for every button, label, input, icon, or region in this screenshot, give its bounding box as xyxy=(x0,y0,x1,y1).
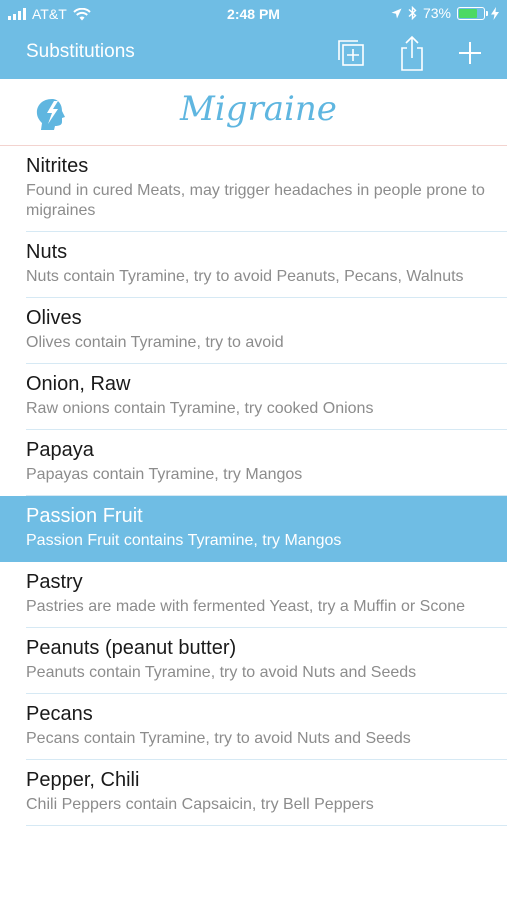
list-item[interactable]: Pepper, Chili Chili Peppers contain Caps… xyxy=(0,760,507,826)
item-name: Onion, Raw xyxy=(26,373,131,395)
item-name: Papaya xyxy=(26,439,94,461)
battery-fill xyxy=(459,8,477,18)
battery-percent: 73% xyxy=(422,5,451,21)
list-item[interactable]: Nuts Nuts contain Tyramine, try to avoid… xyxy=(0,232,507,298)
back-button[interactable]: Substitutions xyxy=(26,41,135,63)
list-item-selected[interactable]: Passion Fruit Passion Fruit contains Tyr… xyxy=(0,496,507,562)
item-description: Pecans contain Tyramine, try to avoid Nu… xyxy=(26,730,411,747)
list-item[interactable]: Onion, Raw Raw onions contain Tyramine, … xyxy=(0,364,507,430)
head-lightning-icon xyxy=(36,99,65,130)
item-description: Raw onions contain Tyramine, try cooked … xyxy=(26,400,374,417)
charging-icon xyxy=(491,6,499,20)
bluetooth-icon xyxy=(408,6,417,20)
share-icon xyxy=(401,35,423,71)
add-button[interactable] xyxy=(452,34,490,72)
plus-icon xyxy=(459,42,481,64)
battery-icon xyxy=(457,6,488,20)
list-item[interactable]: Pecans Pecans contain Tyramine, try to a… xyxy=(0,694,507,760)
item-name: Pepper, Chili xyxy=(26,769,140,791)
item-name: Nitrites xyxy=(26,155,89,177)
item-name: Pastry xyxy=(26,571,83,593)
list-item[interactable]: Papaya Papayas contain Tyramine, try Man… xyxy=(0,430,507,496)
list-item[interactable]: Nitrites Found in cured Meats, may trigg… xyxy=(0,146,507,232)
navigation-bar: Substitutions xyxy=(0,28,507,79)
item-name: Peanuts (peanut butter) xyxy=(26,637,237,659)
item-description: Nuts contain Tyramine, try to avoid Pean… xyxy=(26,268,464,285)
top-bar: AT&T 2:48 PM 73% Substitutions xyxy=(0,0,507,79)
item-name: Passion Fruit xyxy=(26,505,143,527)
share-button[interactable] xyxy=(394,34,432,72)
item-name: Olives xyxy=(26,307,82,329)
list-item[interactable]: Peanuts (peanut butter) Peanuts contain … xyxy=(0,628,507,694)
item-description: Passion Fruit contains Tyramine, try Man… xyxy=(26,532,342,549)
substitution-list: Nitrites Found in cured Meats, may trigg… xyxy=(0,146,507,826)
category-header: Migraine xyxy=(0,79,507,146)
item-description: Papayas contain Tyramine, try Mangos xyxy=(26,466,303,483)
item-description: Olives contain Tyramine, try to avoid xyxy=(26,334,284,351)
list-item[interactable]: Olives Olives contain Tyramine, try to a… xyxy=(0,298,507,364)
page-title: Migraine xyxy=(180,89,337,129)
status-bar: AT&T 2:48 PM 73% xyxy=(0,0,507,28)
item-description: Chili Peppers contain Capsaicin, try Bel… xyxy=(26,796,374,813)
item-name: Nuts xyxy=(26,241,68,263)
item-description: Found in cured Meats, may trigger headac… xyxy=(26,182,485,219)
item-description: Peanuts contain Tyramine, try to avoid N… xyxy=(26,664,417,681)
add-copy-icon xyxy=(338,40,364,66)
add-copy-button[interactable] xyxy=(334,34,372,72)
item-name: Pecans xyxy=(26,703,93,725)
location-icon xyxy=(391,8,402,18)
item-description: Pastries are made with fermented Yeast, … xyxy=(26,598,466,615)
status-right: 73% xyxy=(391,5,499,21)
list-item[interactable]: Pastry Pastries are made with fermented … xyxy=(0,562,507,628)
